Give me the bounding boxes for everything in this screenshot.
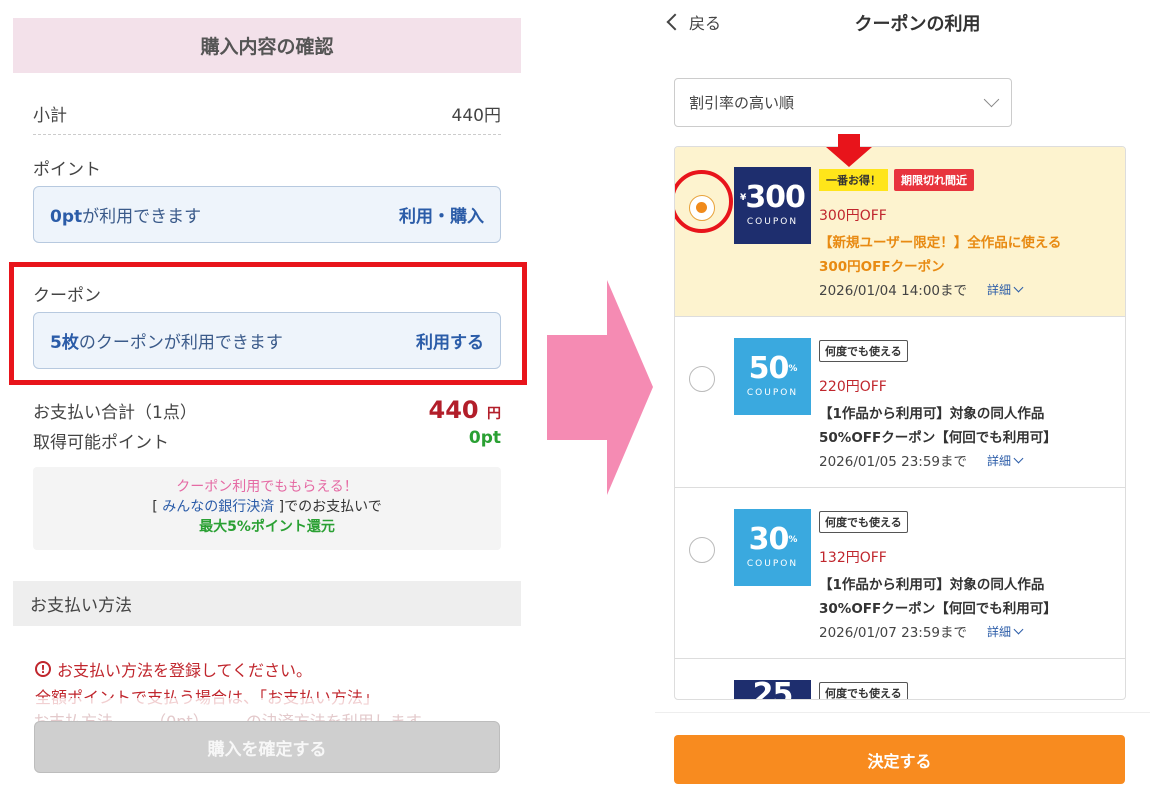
- coupon-thumbnail: 50% COUPON: [734, 338, 811, 415]
- coupon-tags: 何度でも使える: [819, 682, 908, 699]
- coupon-highlight-frame: [9, 262, 527, 385]
- total-amount: 440 円: [428, 396, 501, 424]
- coupon-tags: 何度でも使える: [819, 340, 908, 362]
- warning-icon: !: [35, 661, 51, 677]
- earn-points-label: 取得可能ポイント: [33, 433, 169, 453]
- chevron-left-icon: [666, 13, 684, 31]
- coupon-discount: 300円OFF: [819, 208, 887, 224]
- coupon-item[interactable]: ¥300 COUPON 一番お得！ 期限切れ間近 300円OFF 【新規ユーザー…: [675, 147, 1125, 317]
- chevron-down-icon: [1013, 624, 1024, 634]
- promo-line3: 最大5%ポイント還元: [199, 519, 335, 535]
- coupon-name: 【新規ユーザー限定！】全作品に使える 300円OFFクーポン: [819, 235, 1062, 275]
- coupon-name: 【1作品から利用可】対象の同人作品 30%OFFクーポン【何回でも利用可】: [819, 577, 1057, 617]
- total-row: お支払い合計（1点） 440 円: [33, 396, 501, 424]
- promo-line1: クーポン利用でももらえる！: [176, 479, 358, 495]
- coupon-item[interactable]: 50% COUPON 何度でも使える 220円OFF 【1作品から利用可】対象の…: [675, 318, 1125, 488]
- expiring-soon-badge: 期限切れ間近: [894, 169, 974, 191]
- back-button[interactable]: 戻る: [666, 10, 722, 34]
- confirm-purchase-button[interactable]: 購入を確定する: [34, 721, 500, 773]
- point-promo-banner: クーポン利用でももらえる！ [ みんなの銀行決済 ]でのお支払いで 最大5%ポイ…: [33, 467, 501, 550]
- coupon-list: ¥300 COUPON 一番お得！ 期限切れ間近 300円OFF 【新規ユーザー…: [674, 146, 1126, 700]
- bank-payment-link[interactable]: みんなの銀行決済: [162, 499, 274, 515]
- detail-toggle[interactable]: 詳細: [987, 623, 1024, 640]
- coupon-radio[interactable]: [689, 537, 715, 563]
- detail-toggle[interactable]: 詳細: [987, 452, 1024, 469]
- point-use-button[interactable]: 0ptが利用できます 利用・購入: [33, 186, 501, 243]
- back-label: 戻る: [689, 14, 722, 33]
- reusable-badge: 何度でも使える: [819, 511, 908, 533]
- page-title: クーポンの利用: [854, 14, 981, 35]
- subtotal-value: 440円: [451, 106, 501, 126]
- coupon-expiry: 2026/01/04 14:00まで 詳細: [819, 279, 1024, 299]
- coupon-tags: 何度でも使える: [819, 511, 908, 533]
- earn-points-row: 取得可能ポイント 0pt: [33, 428, 501, 453]
- point-use-purchase-link[interactable]: 利用・購入: [399, 202, 484, 227]
- reusable-badge: 何度でも使える: [819, 682, 908, 699]
- coupon-discount: 132円OFF: [819, 550, 887, 566]
- coupon-thumbnail: 30% COUPON: [734, 509, 811, 586]
- sort-select[interactable]: 割引率の高い順: [674, 78, 1012, 127]
- chevron-down-icon: [1013, 453, 1024, 463]
- footer-divider: [655, 712, 1150, 713]
- chevron-down-icon: [1013, 282, 1024, 292]
- sort-selected-value: 割引率の高い順: [689, 94, 795, 112]
- coupon-discount: 220円OFF: [819, 379, 887, 395]
- best-deal-badge: 一番お得！: [819, 169, 888, 191]
- payment-warning: ! お支払い方法を登録してください。: [35, 657, 312, 681]
- warning-text-1: お支払い方法を登録してください。: [57, 661, 313, 680]
- coupon-thumbnail: ¥300 COUPON: [734, 167, 811, 244]
- subtotal-label: 小計: [33, 106, 67, 126]
- decide-button[interactable]: 決定する: [674, 735, 1125, 784]
- reusable-badge: 何度でも使える: [819, 340, 908, 362]
- arrow-down-icon: [826, 134, 872, 167]
- coupon-radio[interactable]: [689, 366, 715, 392]
- coupon-item[interactable]: 25 何度でも使える: [675, 660, 1125, 699]
- coupon-select-screen: クーポンの利用 戻る 割引率の高い順 ¥300 COUPON 一番お得！ 期限切…: [655, 0, 1150, 800]
- promo-line2: [ みんなの銀行決済 ]でのお支払いで: [152, 499, 382, 515]
- payment-method-header: お支払い方法: [13, 581, 521, 626]
- transition-arrow-icon: [547, 280, 653, 495]
- point-section-label: ポイント: [33, 160, 101, 180]
- coupon-item[interactable]: 30% COUPON 何度でも使える 132円OFF 【1作品から利用可】対象の…: [675, 489, 1125, 659]
- point-available-text: 0ptが利用できます: [50, 207, 202, 227]
- coupon-tags: 一番お得！ 期限切れ間近: [819, 169, 974, 191]
- coupon-expiry: 2026/01/05 23:59まで 詳細: [819, 450, 1024, 470]
- purchase-confirm-screen: 購入内容の確認 小計 440円 ポイント 0ptが利用できます 利用・購入 クー…: [0, 0, 540, 800]
- detail-toggle[interactable]: 詳細: [987, 281, 1024, 298]
- radio-highlight-circle: [675, 170, 733, 233]
- total-label: お支払い合計（1点）: [33, 403, 197, 423]
- earn-points-value: 0pt: [468, 428, 501, 448]
- coupon-thumbnail: 25: [734, 680, 811, 699]
- coupon-name: 【1作品から利用可】対象の同人作品 50%OFFクーポン【何回でも利用可】: [819, 406, 1057, 446]
- chevron-down-icon: [983, 91, 1000, 108]
- subtotal-row: 小計 440円: [33, 93, 501, 135]
- coupon-expiry: 2026/01/07 23:59まで 詳細: [819, 621, 1024, 641]
- page-title: 購入内容の確認: [13, 18, 521, 73]
